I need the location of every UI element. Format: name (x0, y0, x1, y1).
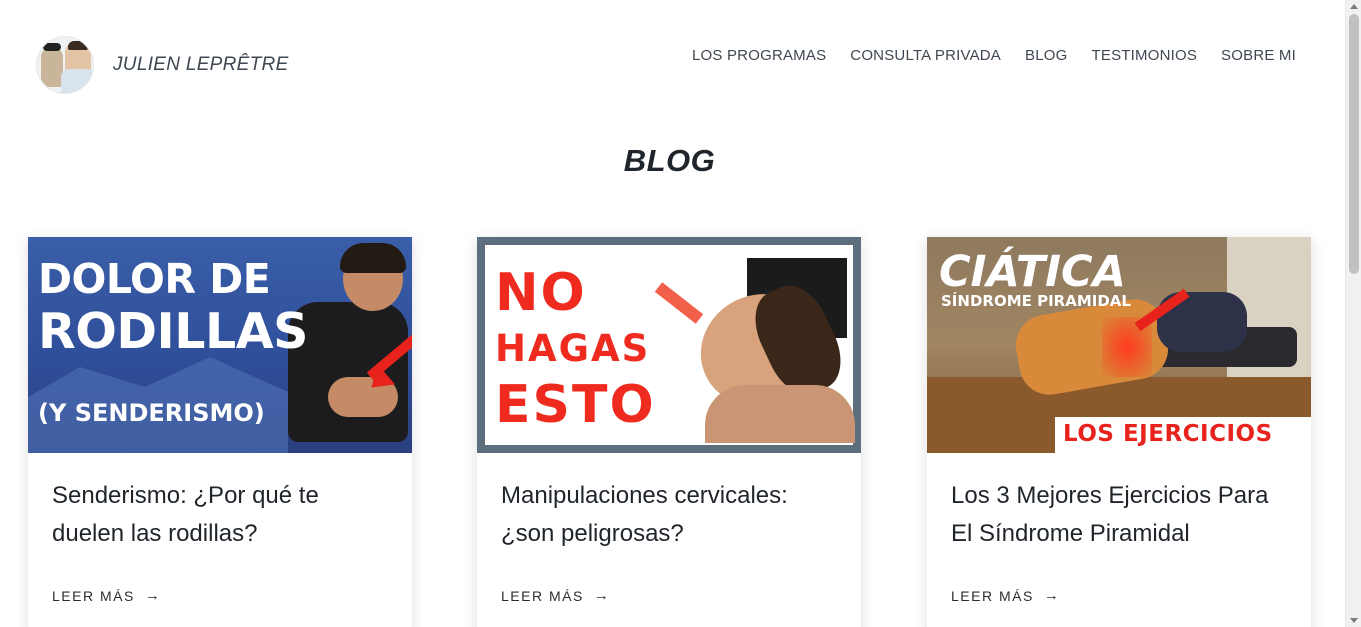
blog-card: DOLOR DE RODILLAS (Y SENDERISMO) Senderi… (28, 237, 412, 627)
thumb-person-hair (340, 243, 406, 273)
thumb-text-line: (Y SENDERISMO) (38, 399, 265, 427)
blog-card: NO HAGAS ESTO Manipulaciones cervicales:… (477, 237, 861, 627)
page-title: BLOG (623, 143, 716, 178)
thumb-text-line: DOLOR DE (38, 255, 271, 303)
read-more-label: LEER MÁS (52, 587, 135, 604)
nav-item-testimonios[interactable]: TESTIMONIOS (1092, 47, 1198, 64)
post-title[interactable]: Los 3 Mejores Ejercicios Para El Síndrom… (951, 477, 1291, 553)
thumb-frame: NO HAGAS ESTO (485, 245, 855, 445)
post-thumbnail[interactable]: CIÁTICA SÍNDROME PIRAMIDAL LOS EJERCICIO… (927, 237, 1311, 453)
site-title[interactable]: JULIEN LEPRÊTRE (113, 54, 289, 76)
scrollbar-thumb[interactable] (1349, 14, 1359, 274)
post-title[interactable]: Manipulaciones cervicales: ¿son peligros… (501, 477, 841, 553)
nav-item-sobre-mi[interactable]: SOBRE MI (1221, 47, 1296, 64)
post-title[interactable]: Senderismo: ¿Por qué te duelen las rodil… (52, 477, 392, 553)
read-more-label: LEER MÁS (951, 587, 1034, 604)
read-more-link[interactable]: LEER MÁS → (951, 587, 1060, 604)
scroll-down-icon[interactable] (1350, 618, 1358, 623)
thumb-text-line: SÍNDROME PIRAMIDAL (941, 292, 1131, 310)
thumb-text-line: ESTO (495, 375, 656, 435)
read-more-link[interactable]: LEER MÁS → (52, 587, 161, 604)
scroll-up-icon[interactable] (1350, 4, 1358, 9)
page-scrollbar[interactable] (1345, 0, 1361, 627)
arrow-right-icon: → (1043, 587, 1061, 604)
thumb-text-line: CIÁTICA (939, 247, 1126, 297)
nav-item-blog[interactable]: BLOG (1025, 47, 1067, 64)
blog-card: CIÁTICA SÍNDROME PIRAMIDAL LOS EJERCICIO… (927, 237, 1311, 627)
thumb-arrow-icon (654, 282, 704, 324)
post-thumbnail[interactable]: DOLOR DE RODILLAS (Y SENDERISMO) (28, 237, 412, 453)
read-more-link[interactable]: LEER MÁS → (501, 587, 610, 604)
site-header: JULIEN LEPRÊTRE LOS PROGRAMAS CONSULTA P… (0, 0, 1345, 115)
main-nav: LOS PROGRAMAS CONSULTA PRIVADA BLOG TEST… (692, 47, 1296, 64)
thumb-banner: LOS EJERCICIOS (1055, 417, 1311, 453)
site-logo[interactable]: JULIEN LEPRÊTRE (36, 36, 289, 94)
arrow-right-icon: → (144, 587, 162, 604)
avatar-figure-left (41, 43, 63, 87)
read-more-label: LEER MÁS (501, 587, 584, 604)
thumb-text-line: LOS EJERCICIOS (1063, 421, 1273, 447)
nav-item-consulta-privada[interactable]: CONSULTA PRIVADA (850, 47, 1001, 64)
post-thumbnail[interactable]: NO HAGAS ESTO (477, 237, 861, 453)
arrow-right-icon: → (593, 587, 611, 604)
thumb-text-line: HAGAS (495, 327, 651, 370)
avatar[interactable] (36, 36, 94, 94)
nav-item-los-programas[interactable]: LOS PROGRAMAS (692, 47, 826, 64)
avatar-figure-right (61, 41, 93, 93)
thumb-hand (705, 385, 855, 443)
thumb-text-line: NO (495, 263, 587, 323)
thumb-text-line: RODILLAS (38, 303, 308, 360)
